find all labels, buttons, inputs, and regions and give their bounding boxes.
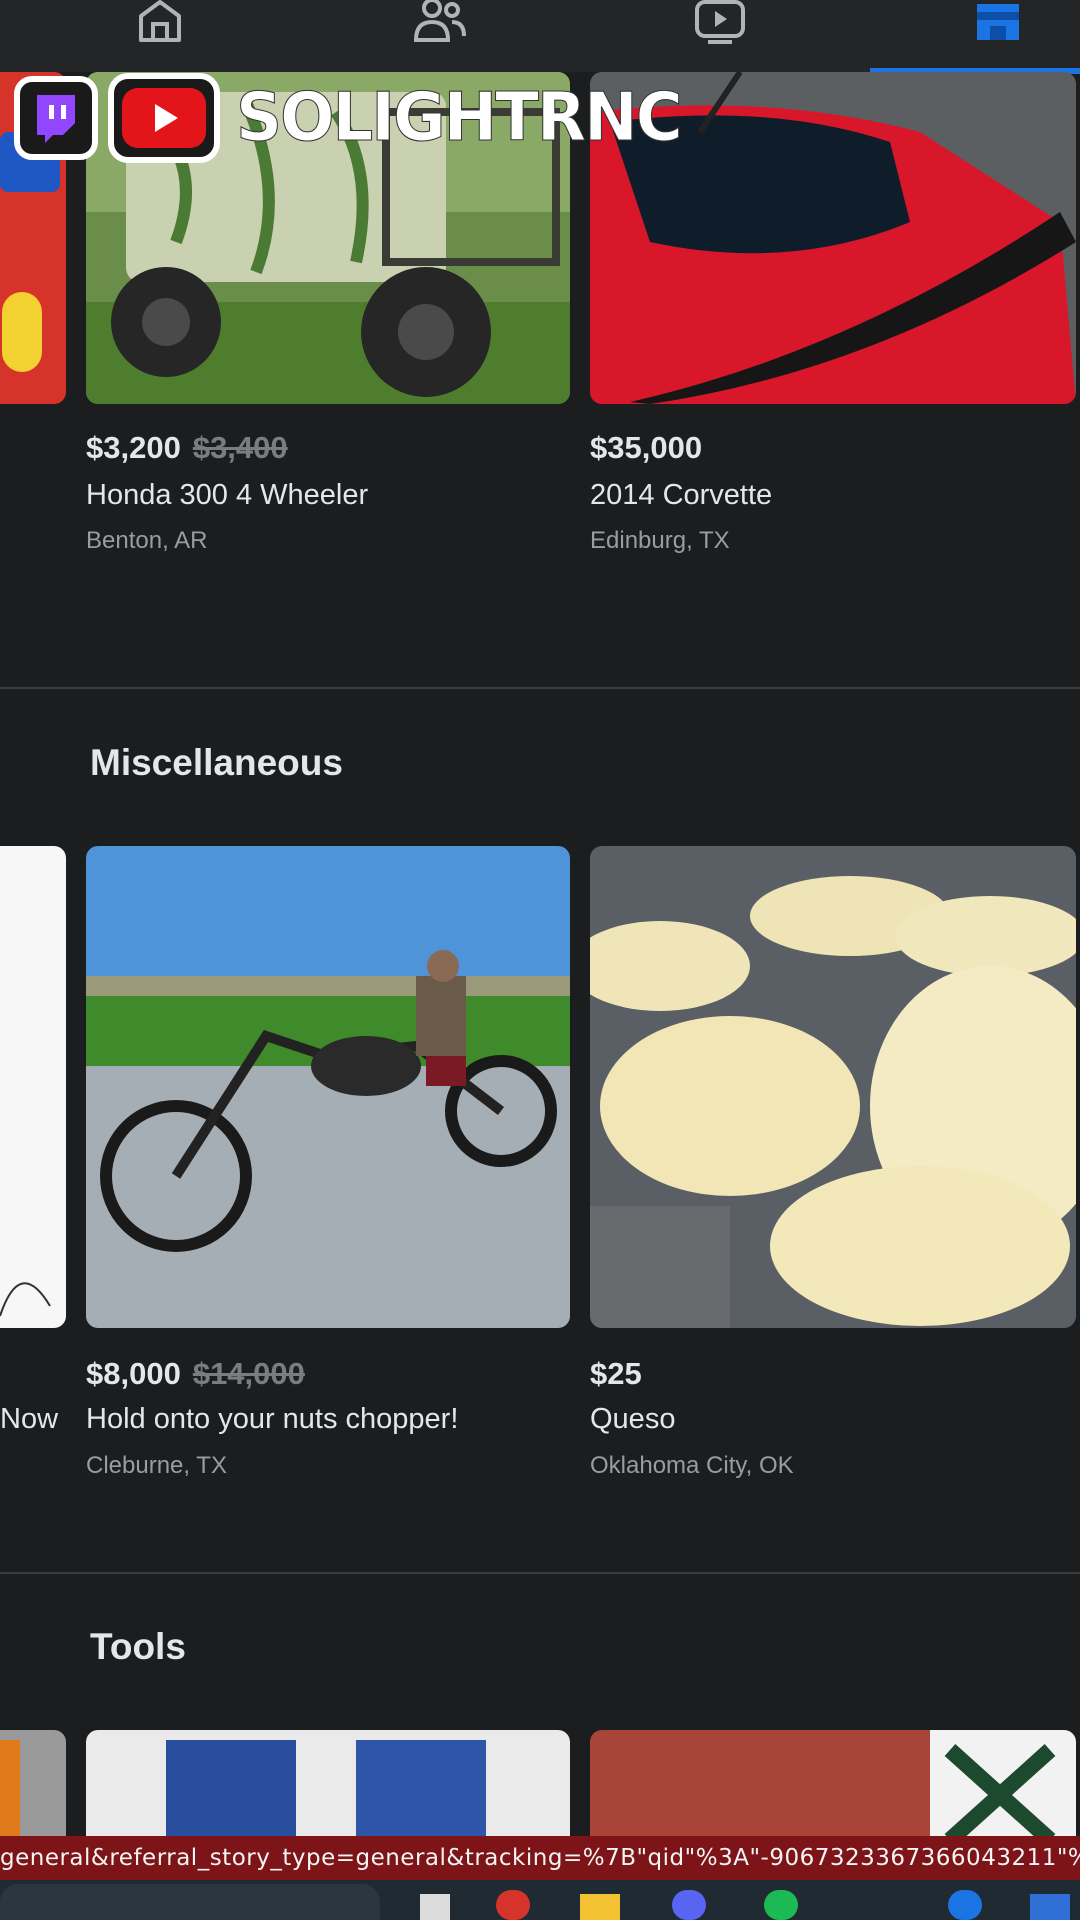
tab-home[interactable] (115, 0, 205, 72)
listing-title[interactable]: 2014 Corvette (590, 479, 772, 512)
home-icon (139, 0, 181, 42)
listing-old-price: $14,000 (192, 1356, 305, 1391)
listing-price: $25 (590, 1356, 642, 1391)
section-divider (0, 687, 1080, 689)
listing-image-tools-1[interactable] (86, 1730, 570, 1850)
listing-old-price: $3,400 (192, 430, 288, 465)
listing-price: $3,200 $3,400 (86, 430, 288, 465)
video-icon (695, 0, 745, 44)
listing-title[interactable]: Queso (590, 1403, 675, 1436)
listing-price: $8,000 $14,000 (86, 1356, 305, 1391)
listing-title[interactable]: Honda 300 4 Wheeler (86, 479, 368, 512)
listing-location: Benton, AR (86, 527, 208, 554)
listing-location: Edinburg, TX (590, 527, 730, 554)
listing-price: $35,000 (590, 430, 703, 465)
discord-icon[interactable] (672, 1890, 706, 1920)
listing-image-chopper[interactable] (86, 846, 570, 1328)
section-title-tools: Tools (90, 1626, 186, 1667)
listing-image-queso[interactable] (590, 846, 1076, 1328)
partial-listing-title[interactable]: Now (0, 1403, 58, 1436)
listing-image-tools-2[interactable] (590, 1730, 1076, 1850)
taskbar-search[interactable] (0, 1884, 380, 1920)
channel-name: SOLIGHTRNC (236, 79, 684, 158)
tab-video[interactable] (675, 0, 765, 72)
listing-location: Cleburne, TX (86, 1452, 227, 1479)
spotify-icon[interactable] (764, 1890, 798, 1920)
streamer-overlay: SOLIGHTRNC (14, 72, 684, 164)
status-url-bar: general&referral_story_type=general&trac… (0, 1836, 1080, 1880)
twitch-icon (14, 76, 98, 160)
partial-listing-image[interactable] (0, 1730, 66, 1850)
top-navigation (0, 0, 1080, 74)
section-title-miscellaneous: Miscellaneous (90, 742, 343, 783)
app-icon[interactable] (1030, 1894, 1070, 1920)
listing-location: Oklahoma City, OK (590, 1452, 794, 1479)
tab-marketplace[interactable] (953, 0, 1043, 72)
friends-icon (413, 0, 466, 42)
youtube-icon (108, 73, 220, 163)
taskbar (0, 1880, 1080, 1920)
folder-icon[interactable] (580, 1894, 620, 1920)
marketplace-icon (977, 4, 1019, 40)
partial-listing-image[interactable] (0, 846, 66, 1328)
task-view-icon[interactable] (420, 1894, 450, 1920)
chrome-icon[interactable] (496, 1890, 530, 1920)
section-divider (0, 1572, 1080, 1574)
tab-friends[interactable] (395, 0, 485, 72)
listing-title[interactable]: Hold onto your nuts chopper! (86, 1403, 458, 1436)
app-icon[interactable] (948, 1890, 982, 1920)
